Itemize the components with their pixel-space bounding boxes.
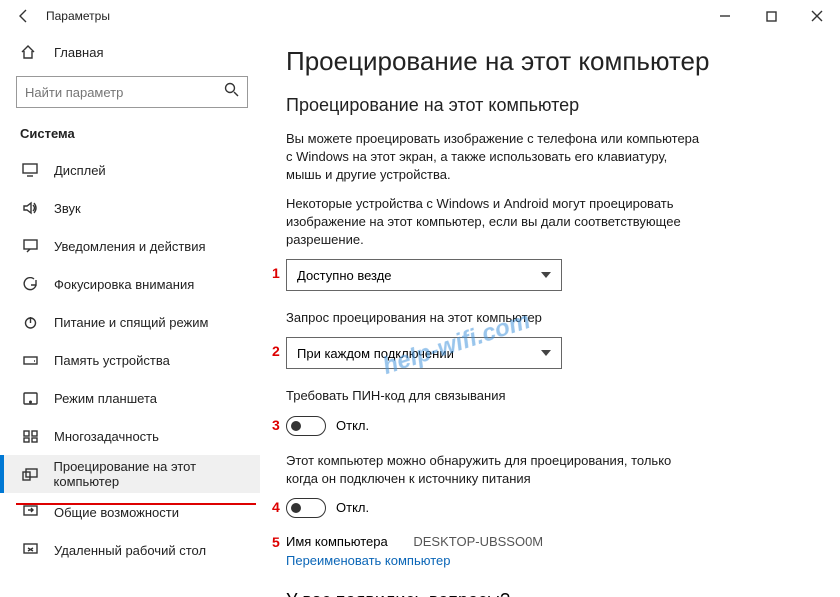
label-pin: Требовать ПИН-код для связывания	[286, 387, 706, 405]
page-title: Проецирование на этот компьютер	[286, 46, 816, 77]
nav-display[interactable]: Дисплей	[0, 151, 260, 189]
nav-label: Память устройства	[54, 353, 170, 368]
label-power-discovery: Этот компьютер можно обнаружить для прое…	[286, 452, 706, 488]
annotation-4: 4	[272, 499, 280, 515]
nav-storage[interactable]: Память устройства	[0, 341, 260, 379]
nav-label: Проецирование на этот компьютер	[54, 459, 261, 489]
pin-toggle[interactable]	[286, 416, 326, 436]
nav-label: Многозадачность	[54, 429, 159, 444]
window-title: Параметры	[46, 9, 110, 23]
pcname-value: DESKTOP-UBSSO0M	[413, 534, 543, 549]
power-icon	[20, 315, 40, 330]
annotation-2: 2	[272, 343, 280, 359]
sidebar: Главная Система Дисплей Звук Уведомления…	[0, 32, 268, 597]
close-button[interactable]	[794, 0, 840, 32]
nav-sound[interactable]: Звук	[0, 189, 260, 227]
nav-notifications[interactable]: Уведомления и действия	[0, 227, 260, 265]
back-button[interactable]	[8, 8, 40, 24]
section-title: Система	[0, 116, 260, 151]
search-icon	[224, 82, 239, 102]
annotation-3: 3	[272, 417, 280, 433]
storage-icon	[20, 354, 40, 366]
nav-power[interactable]: Питание и спящий режим	[0, 303, 260, 341]
nav-label: Режим планшета	[54, 391, 157, 406]
search-box[interactable]	[16, 76, 248, 108]
nav-label: Питание и спящий режим	[54, 315, 208, 330]
home-nav[interactable]: Главная	[0, 32, 260, 72]
multitask-icon	[20, 430, 40, 443]
page-subtitle: Проецирование на этот компьютер	[286, 95, 816, 116]
nav-label: Общие возможности	[54, 505, 179, 520]
minimize-button[interactable]	[702, 0, 748, 32]
shared-icon	[20, 505, 40, 519]
rename-link[interactable]: Переименовать компьютер	[286, 553, 816, 568]
label-request: Запрос проецирования на этот компьютер	[286, 309, 706, 327]
focus-icon	[20, 277, 40, 292]
nav-tablet[interactable]: Режим планшета	[0, 379, 260, 417]
remote-icon	[20, 543, 40, 557]
nav-label: Дисплей	[54, 163, 106, 178]
nav-projecting[interactable]: Проецирование на этот компьютер	[0, 455, 260, 493]
nav-label: Звук	[54, 201, 81, 216]
maximize-button[interactable]	[748, 0, 794, 32]
questions-heading: У вас появились вопросы?	[286, 590, 816, 597]
nav-label: Фокусировка внимания	[54, 277, 194, 292]
power-toggle-label: Откл.	[336, 500, 369, 515]
nav-multitask[interactable]: Многозадачность	[0, 417, 260, 455]
search-input[interactable]	[25, 85, 224, 100]
power-toggle[interactable]	[286, 498, 326, 518]
projecting-icon	[20, 468, 40, 481]
annotation-5: 5	[272, 534, 280, 550]
sound-icon	[20, 201, 40, 215]
nav-shared[interactable]: Общие возможности	[0, 493, 260, 531]
pcname-label: Имя компьютера	[286, 534, 388, 549]
nav-label: Удаленный рабочий стол	[54, 543, 206, 558]
select-value: При каждом подключении	[297, 346, 454, 361]
description-1: Вы можете проецировать изображение с тел…	[286, 130, 706, 185]
main-content: Проецирование на этот компьютер Проециро…	[268, 32, 840, 597]
nav-label: Уведомления и действия	[54, 239, 206, 254]
home-label: Главная	[54, 45, 103, 60]
tablet-icon	[20, 392, 40, 405]
display-icon	[20, 163, 40, 177]
notifications-icon	[20, 239, 40, 253]
pin-toggle-label: Откл.	[336, 418, 369, 433]
description-2: Некоторые устройства с Windows и Android…	[286, 195, 706, 250]
nav-remote[interactable]: Удаленный рабочий стол	[0, 531, 260, 569]
request-select[interactable]: При каждом подключении	[286, 337, 562, 369]
select-value: Доступно везде	[297, 268, 392, 283]
nav-focus[interactable]: Фокусировка внимания	[0, 265, 260, 303]
home-icon	[20, 44, 40, 60]
annotation-1: 1	[272, 265, 280, 281]
availability-select[interactable]: Доступно везде	[286, 259, 562, 291]
